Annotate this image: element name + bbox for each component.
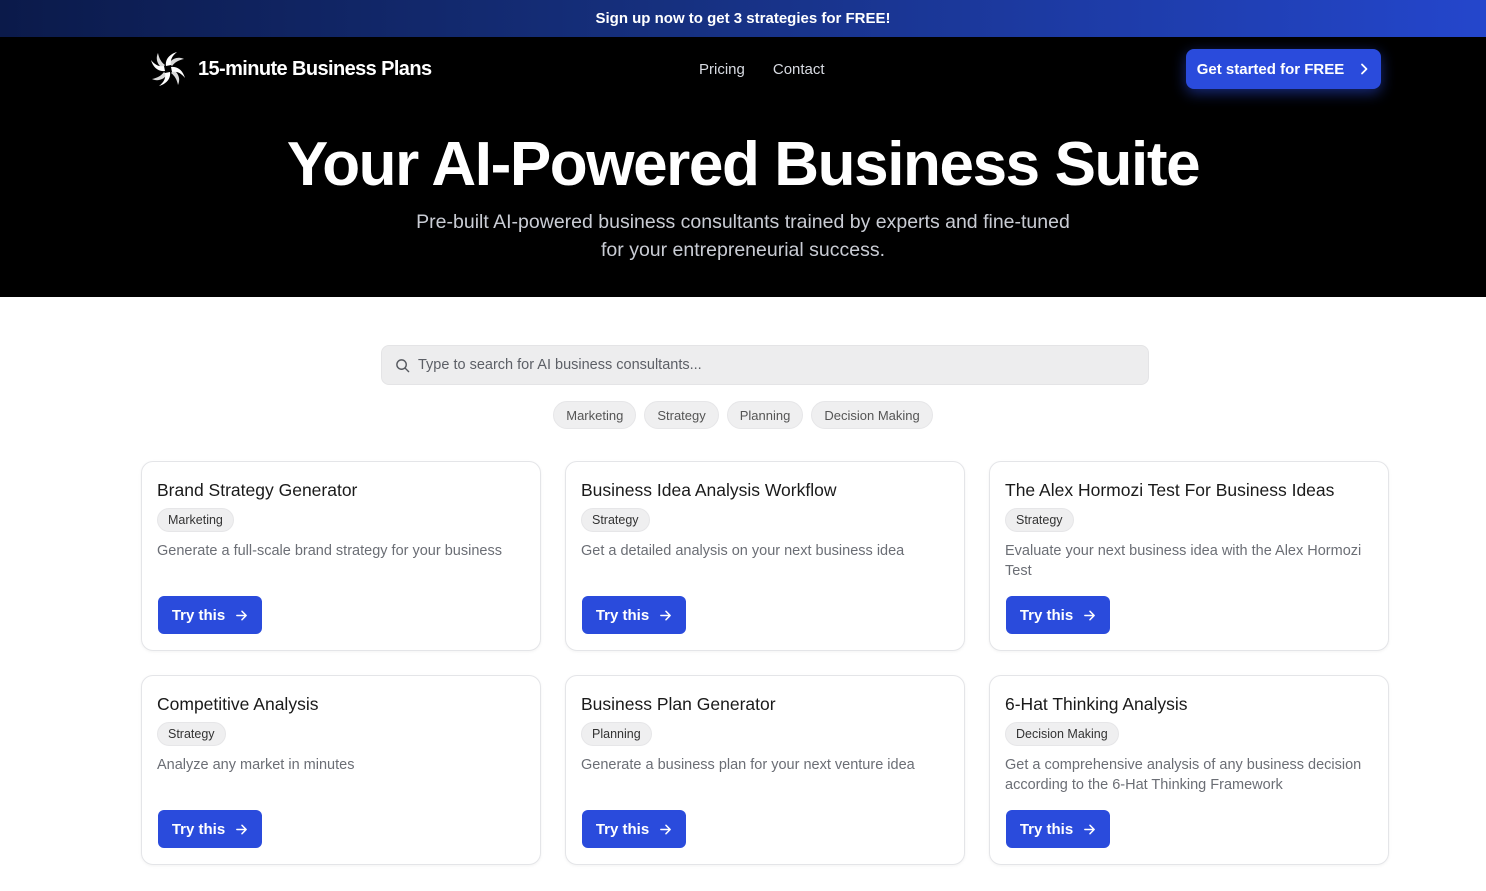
card-title: Business Idea Analysis Workflow [581,480,837,500]
get-started-label: Get started for FREE [1196,60,1345,78]
category-filters: Marketing Strategy Planning Decision Mak… [0,401,1486,429]
hero-subtitle: Pre-built AI-powered business consultant… [0,208,1486,264]
filter-chip-strategy[interactable]: Strategy [644,401,719,429]
card-title: Business Plan Generator [581,694,776,714]
arrow-right-icon [660,824,672,834]
consultant-card: Business Plan Generator Planning Generat… [565,675,965,865]
nav-link-pricing[interactable]: Pricing [699,61,745,78]
try-this-label: Try this [171,820,226,838]
chevron-right-icon [1361,63,1368,75]
brand-logo[interactable]: 15-minute Business Plans [148,49,432,89]
card-title: Brand Strategy Generator [157,480,358,500]
get-started-button[interactable]: Get started for FREE [1186,49,1381,89]
card-category-badge: Strategy [581,508,650,532]
card-category-badge: Strategy [1005,508,1074,532]
filter-chip-decision-making[interactable]: Decision Making [811,401,933,429]
hero-section: 15-minute Business Plans Pricing Contact… [0,37,1486,297]
card-description: Get a comprehensive analysis of any busi… [1005,757,1362,793]
page-title: Your AI-Powered Business Suite [286,130,1201,199]
arrow-right-icon [1084,610,1096,620]
card-category-badge: Marketing [157,508,234,532]
search-bar[interactable] [381,345,1149,385]
consultant-grid: Brand Strategy Generator Marketing Gener… [141,461,1389,865]
try-this-label: Try this [1019,820,1074,838]
try-this-label: Try this [171,606,226,624]
swirl-logo-icon [151,52,185,86]
try-this-label: Try this [1019,606,1074,624]
consultant-card: Business Idea Analysis Workflow Strategy… [565,461,965,651]
hero-subtitle-line-1: Pre-built AI-powered business consultant… [416,211,1070,233]
card-title: Competitive Analysis [157,694,319,714]
try-this-button[interactable]: Try this [1006,596,1110,634]
promo-banner[interactable]: Sign up now to get 3 strategies for FREE… [0,0,1486,37]
card-description: Analyze any market in minutes [157,757,355,773]
card-category-badge: Planning [581,722,652,746]
card-category-badge: Strategy [157,722,226,746]
consultant-card: 6-Hat Thinking Analysis Decision Making … [989,675,1389,865]
card-category-badge: Decision Making [1005,722,1119,746]
try-this-label: Try this [595,606,650,624]
try-this-button[interactable]: Try this [582,810,686,848]
search-input[interactable] [418,357,1148,373]
promo-banner-text[interactable]: Sign up now to get 3 strategies for FREE… [595,10,890,27]
brand-name[interactable]: 15-minute Business Plans [198,58,432,81]
card-description: Generate a business plan for your next v… [581,757,915,773]
card-description: Generate a full-scale brand strategy for… [157,543,502,559]
arrow-right-icon [660,610,672,620]
card-description: Get a detailed analysis on your next bus… [581,543,905,559]
card-description: Evaluate your next business idea with th… [1005,543,1362,579]
consultant-card: Competitive Analysis Strategy Analyze an… [141,675,541,865]
try-this-button[interactable]: Try this [158,810,262,848]
filter-chip-planning[interactable]: Planning [726,401,804,429]
search-icon [396,358,410,372]
consultant-card: Brand Strategy Generator Marketing Gener… [141,461,541,651]
try-this-button[interactable]: Try this [158,596,262,634]
top-nav: 15-minute Business Plans Pricing Contact… [0,37,1486,101]
try-this-button[interactable]: Try this [582,596,686,634]
card-title: 6-Hat Thinking Analysis [1005,694,1188,714]
arrow-right-icon [236,610,248,620]
arrow-right-icon [236,824,248,834]
arrow-right-icon [1084,824,1096,834]
nav-link-contact[interactable]: Contact [773,61,825,78]
hero-subtitle-line-2: for your entrepreneurial success. [601,239,885,261]
filter-chip-marketing[interactable]: Marketing [553,401,637,429]
try-this-button[interactable]: Try this [1006,810,1110,848]
nav-links: Pricing Contact [699,61,825,78]
card-title: The Alex Hormozi Test For Business Ideas [1005,480,1335,500]
consultant-card: The Alex Hormozi Test For Business Ideas… [989,461,1389,651]
try-this-label: Try this [595,820,650,838]
